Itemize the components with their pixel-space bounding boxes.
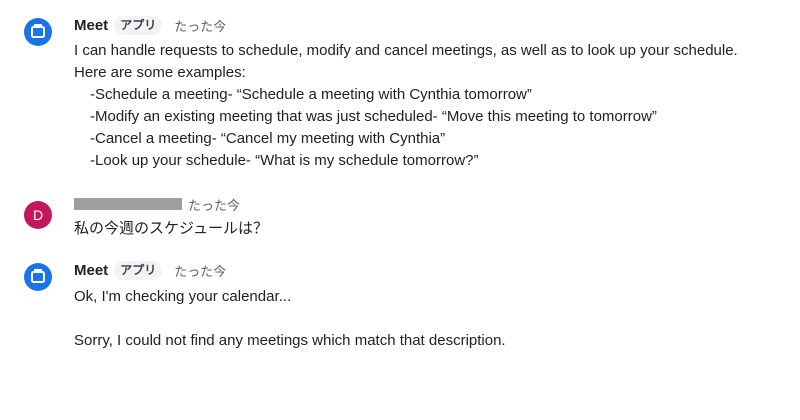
intro-text: I can handle requests to schedule, modif…: [74, 42, 738, 59]
message-header: たった今: [74, 193, 240, 215]
app-badge: アプリ: [114, 15, 163, 35]
examples-header: Here are some examples:: [74, 64, 246, 81]
message-body: 私の今週のスケジュールは？: [74, 218, 268, 240]
sender-name[interactable]: Meet: [74, 17, 108, 34]
response-line: Sorry, I could not find any meetings whi…: [74, 332, 506, 349]
example-item: -Cancel a meeting- “Cancel my meeting wi…: [90, 130, 446, 147]
timestamp: たった今: [188, 197, 241, 213]
meet-app-icon[interactable]: [24, 18, 52, 46]
response-line: Ok, I'm checking your calendar...: [74, 288, 292, 305]
timestamp: たった今: [174, 18, 227, 34]
message-body: Ok, I'm checking your calendar... Sorry,…: [74, 286, 506, 352]
meet-app-icon[interactable]: [24, 263, 52, 291]
redacted-username: [74, 198, 182, 210]
app-badge: アプリ: [114, 260, 163, 280]
message-header: Meet アプリ たった今: [74, 259, 226, 281]
timestamp: たった今: [174, 263, 227, 279]
user-message-text: 私の今週のスケジュールは？: [74, 220, 268, 237]
example-item: -Look up your schedule- “What is my sche…: [90, 152, 479, 169]
example-item: -Modify an existing meeting that was jus…: [90, 108, 657, 125]
user-avatar[interactable]: D: [24, 201, 52, 229]
sender-name[interactable]: Meet: [74, 262, 108, 279]
example-item: -Schedule a meeting- “Schedule a meeting…: [90, 86, 532, 103]
message-body: I can handle requests to schedule, modif…: [74, 40, 738, 172]
message-header: Meet アプリ たった今: [74, 14, 226, 36]
